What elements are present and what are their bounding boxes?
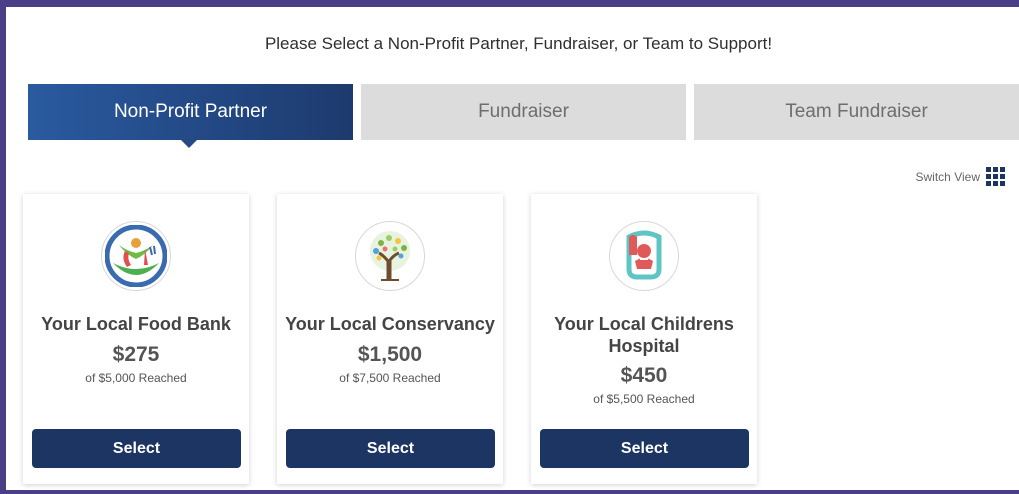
switch-view-label: Switch View xyxy=(915,169,980,184)
tab-label: Team Fundraiser xyxy=(785,101,928,122)
page-heading: Please Select a Non-Profit Partner, Fund… xyxy=(264,34,773,53)
select-button[interactable]: Select xyxy=(286,429,495,468)
partner-card-conservancy: Your Local Conservancy $1,500 of $7,500 … xyxy=(277,194,503,484)
switch-view-toggle[interactable]: Switch View xyxy=(916,167,1005,186)
partner-name: Your Local Conservancy xyxy=(285,314,495,334)
select-button[interactable]: Select xyxy=(32,429,241,468)
active-tab-caret-icon xyxy=(180,139,198,148)
partner-card-food-bank: Your Local Food Bank $275 of $5,000 Reac… xyxy=(23,194,249,484)
page-frame: Please Select a Non-Profit Partner, Fund… xyxy=(0,0,1019,494)
hospital-logo-icon xyxy=(609,221,679,291)
select-button[interactable]: Select xyxy=(540,429,749,468)
partner-card-childrens-hospital: Your Local Childrens Hospital $450 of $5… xyxy=(531,194,757,484)
partner-name: Your Local Childrens Hospital xyxy=(554,314,734,356)
tab-team-fundraiser[interactable]: Team Fundraiser xyxy=(694,84,1019,140)
amount-raised: $275 xyxy=(112,343,160,366)
food-bank-logo-icon xyxy=(101,221,171,291)
amount-raised: $1,500 xyxy=(357,343,423,366)
tab-label: Fundraiser xyxy=(478,101,569,122)
grid-icon[interactable] xyxy=(986,167,1005,186)
amount-raised: $450 xyxy=(620,364,668,387)
goal-text: of $7,500 Reached xyxy=(339,371,441,385)
goal-text: of $5,500 Reached xyxy=(593,392,695,406)
tab-fundraiser[interactable]: Fundraiser xyxy=(361,84,686,140)
tab-label: Non-Profit Partner xyxy=(113,101,268,122)
partner-name: Your Local Food Bank xyxy=(41,314,231,334)
tab-non-profit-partner[interactable]: Non-Profit Partner xyxy=(28,84,353,148)
goal-text: of $5,000 Reached xyxy=(85,371,187,385)
tab-bar: Non-Profit Partner Fundraiser Team Fundr… xyxy=(28,84,1019,148)
tree-logo-icon xyxy=(355,221,425,291)
